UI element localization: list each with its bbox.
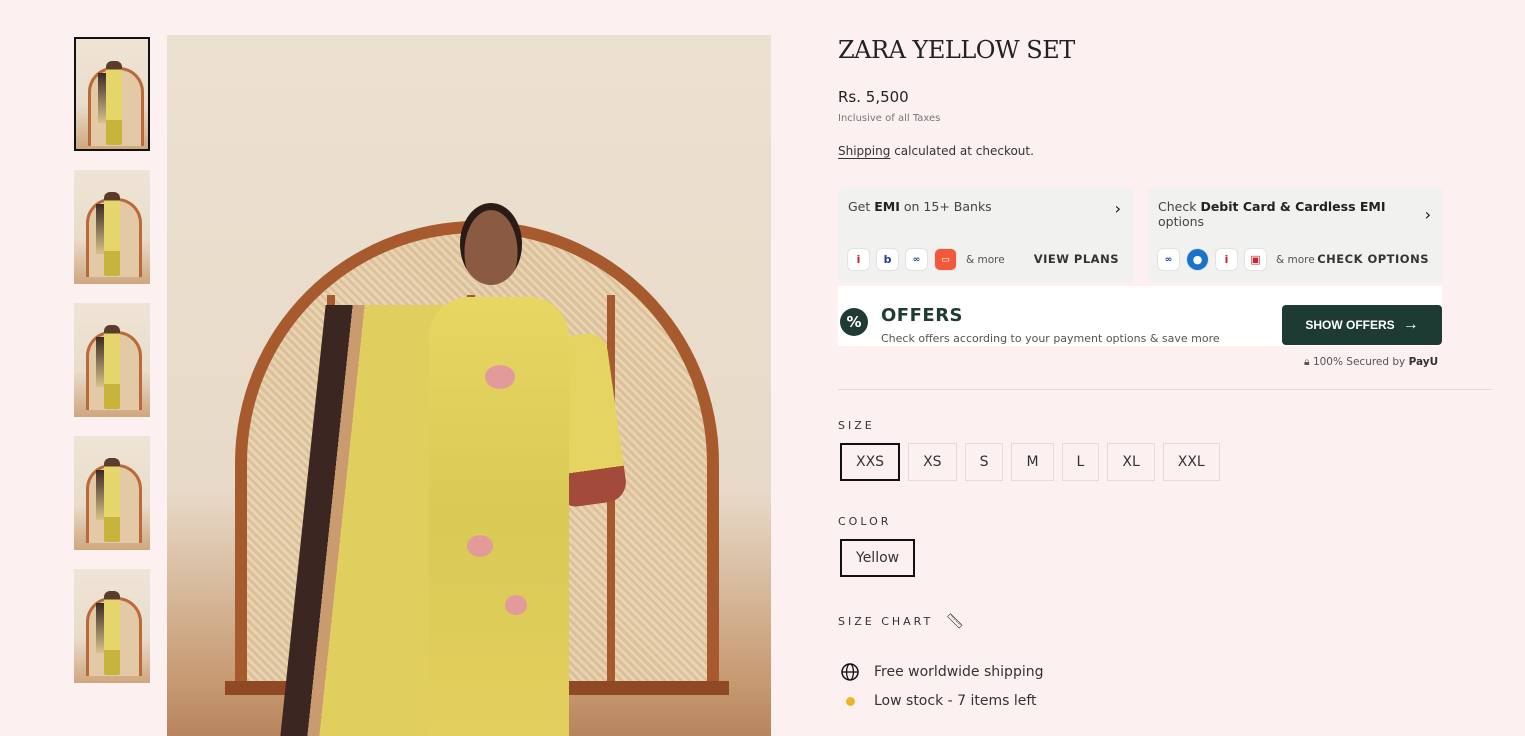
ccavenue-icon: ∞ xyxy=(906,249,927,270)
sbi-bank-icon: ● xyxy=(1187,249,1208,270)
thumbnail-5[interactable] xyxy=(74,569,150,683)
icici-bank-icon: i xyxy=(1216,249,1237,270)
show-offers-button[interactable]: SHOW OFFERS → xyxy=(1282,305,1442,345)
globe-icon xyxy=(840,663,860,681)
size-label: SIZE xyxy=(838,419,875,432)
shipping-link[interactable]: Shipping xyxy=(838,144,890,158)
bank-logos: ∞ ● i ▣ & more xyxy=(1158,249,1315,270)
size-option-s[interactable]: S xyxy=(964,443,1004,481)
percent-badge-icon: % xyxy=(840,308,868,336)
size-option-xl[interactable]: XL xyxy=(1107,443,1155,481)
product-main-image[interactable] xyxy=(167,35,771,736)
size-options: XXS XS S M L XL XXL xyxy=(840,443,1228,481)
feature-stock: Low stock - 7 items left xyxy=(840,693,1037,709)
model-kurta xyxy=(429,297,569,736)
ccavenue-icon: ∞ xyxy=(1158,249,1179,270)
payu-logo: PayU xyxy=(1408,356,1439,368)
arrow-right-icon: → xyxy=(1402,316,1419,333)
size-option-xxl[interactable]: XXL xyxy=(1162,443,1220,481)
feature-shipping: Free worldwide shipping xyxy=(840,663,1043,681)
chevron-right-icon: › xyxy=(1114,199,1121,218)
icici-bank-icon: i xyxy=(848,249,869,270)
thumbnail-1[interactable] xyxy=(74,37,150,151)
color-option-yellow[interactable]: Yellow xyxy=(840,539,916,577)
product-price: Rs. 5,500 xyxy=(838,88,909,106)
check-options-link[interactable]: CHECK OPTIONS xyxy=(1317,252,1429,266)
color-options: Yellow xyxy=(840,539,923,577)
tax-note: Inclusive of all Taxes xyxy=(838,113,941,124)
thumbnail-2[interactable] xyxy=(74,170,150,284)
stock-dot-icon xyxy=(845,696,855,706)
offers-panel: % OFFERS Check offers according to your … xyxy=(838,286,1442,346)
shipping-note: Shipping calculated at checkout. xyxy=(838,144,1034,158)
shipping-text: calculated at checkout. xyxy=(894,144,1034,158)
hdfc-bank-icon: ▣ xyxy=(1245,249,1266,270)
chevron-right-icon: › xyxy=(1424,205,1431,224)
size-option-xxs[interactable]: XXS xyxy=(840,443,901,481)
view-plans-link[interactable]: VIEW PLANS xyxy=(1034,252,1119,266)
size-option-xs[interactable]: XS xyxy=(908,443,957,481)
divider xyxy=(838,389,1492,390)
offers-heading: OFFERS xyxy=(881,305,964,326)
size-option-m[interactable]: M xyxy=(1011,443,1054,481)
product-title: ZARA YELLOW SET xyxy=(838,36,1075,64)
measuring-tape-icon: 📏︎ xyxy=(945,612,965,630)
size-option-l[interactable]: L xyxy=(1061,443,1100,481)
bajaj-bank-icon: b xyxy=(877,249,898,270)
size-chart-link[interactable]: SIZE CHART 📏︎ xyxy=(838,612,964,630)
thumbnail-3[interactable] xyxy=(74,303,150,417)
thumbnail-list xyxy=(74,37,150,702)
model-head xyxy=(460,203,522,285)
secured-note: 🔒︎ 100% Secured by PayU xyxy=(1304,356,1439,368)
bank-logos: i b ∞ ▭ & more xyxy=(848,249,1005,270)
bank-card-icon: ▭ xyxy=(935,249,956,270)
emi-card[interactable]: Get EMI on 15+ Banks › i b ∞ ▭ & more VI… xyxy=(838,187,1133,283)
offers-subtext: Check offers according to your payment o… xyxy=(881,332,1220,345)
color-label: COLOR xyxy=(838,515,892,528)
lock-icon: 🔒︎ xyxy=(1304,356,1310,368)
debit-emi-card[interactable]: Check Debit Card & Cardless EMI options … xyxy=(1148,187,1443,283)
thumbnail-4[interactable] xyxy=(74,436,150,550)
